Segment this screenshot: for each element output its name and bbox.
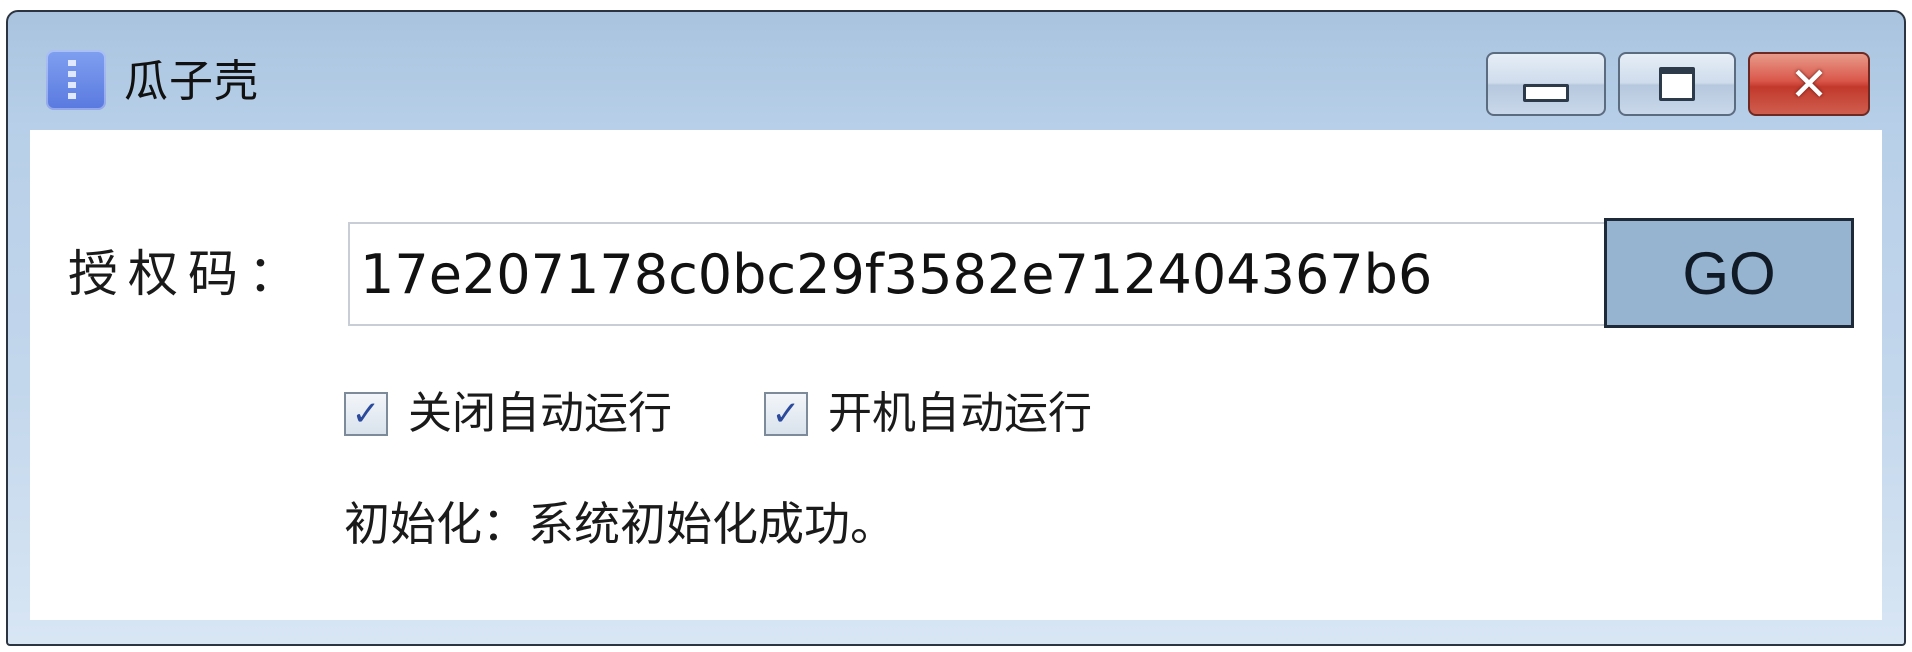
close-autorun-label: 关闭自动运行 xyxy=(408,388,672,439)
maximize-button[interactable] xyxy=(1618,52,1736,116)
checkbox-checked-icon[interactable]: ✓ xyxy=(764,392,808,436)
title-bar[interactable]: 瓜子壳 ✕ xyxy=(8,12,1904,124)
auth-code-input[interactable] xyxy=(348,222,1630,326)
close-button[interactable]: ✕ xyxy=(1748,52,1870,116)
minimize-button[interactable] xyxy=(1486,52,1606,116)
zipper-app-icon xyxy=(46,50,106,110)
client-area: 授权码： GO ✓ 关闭自动运行 ✓ 开机自动运行 初始化：系统初始化成功。 xyxy=(30,130,1882,620)
close-icon: ✕ xyxy=(1789,57,1829,111)
maximize-icon xyxy=(1659,67,1695,101)
close-autorun-checkbox[interactable]: ✓ 关闭自动运行 xyxy=(344,384,672,444)
window-title: 瓜子壳 xyxy=(124,56,259,107)
status-text: 初始化：系统初始化成功。 xyxy=(344,497,896,551)
startup-autorun-checkbox[interactable]: ✓ 开机自动运行 xyxy=(764,384,1092,444)
auth-code-label: 授权码： xyxy=(68,245,308,303)
go-button[interactable]: GO xyxy=(1604,218,1854,328)
checkbox-checked-icon[interactable]: ✓ xyxy=(344,392,388,436)
startup-autorun-label: 开机自动运行 xyxy=(828,388,1092,439)
minimize-icon xyxy=(1523,84,1569,102)
app-window: 瓜子壳 ✕ 授权码： GO ✓ 关闭自动运行 ✓ 开机自动运行 初始化：系统初始… xyxy=(6,10,1906,646)
